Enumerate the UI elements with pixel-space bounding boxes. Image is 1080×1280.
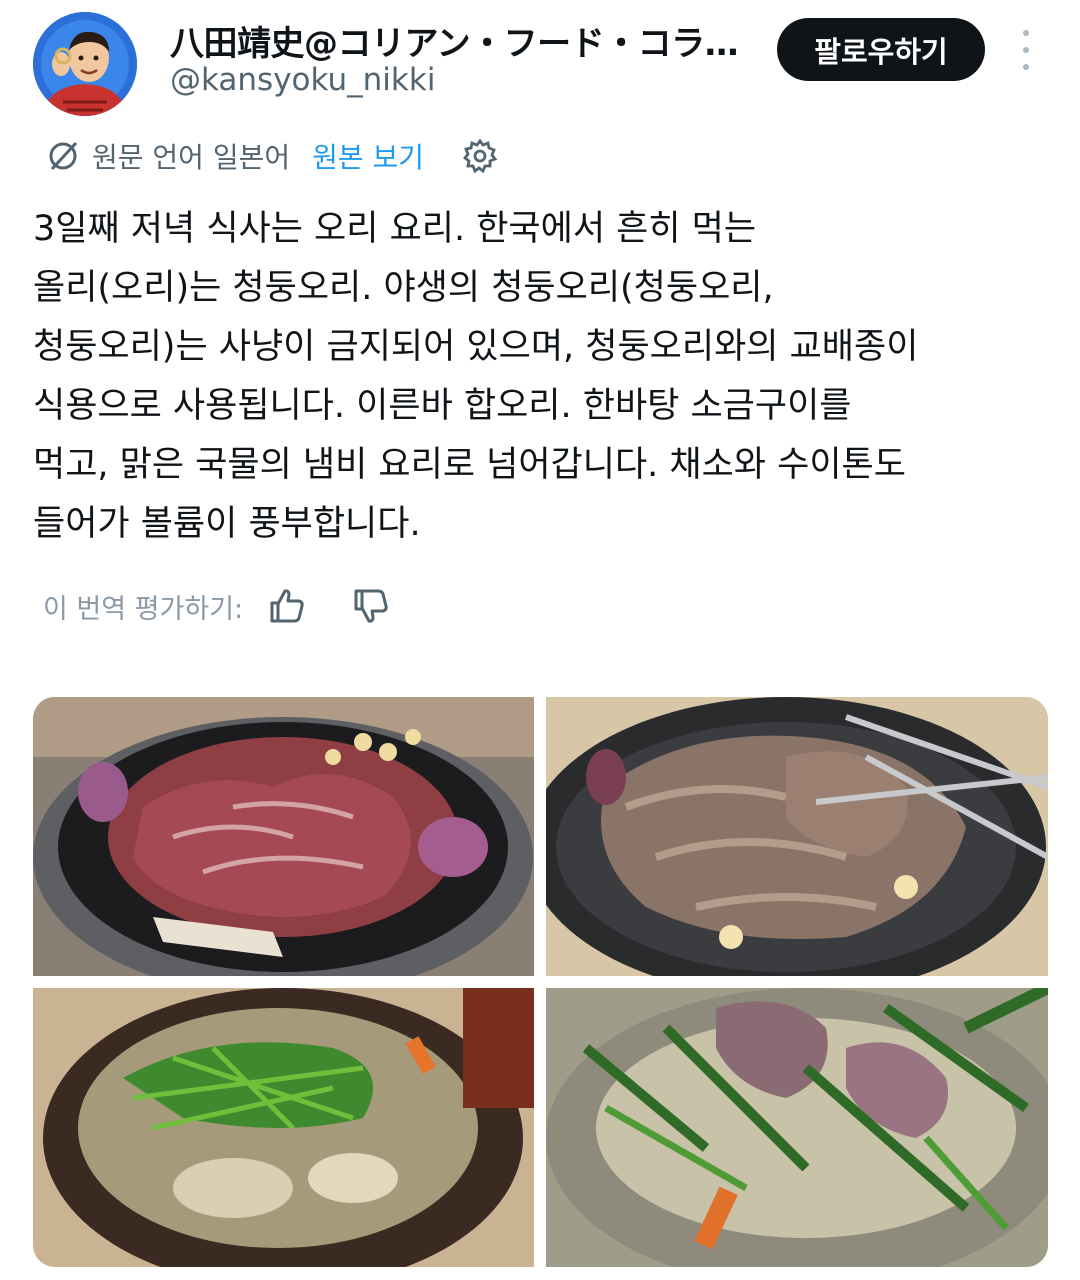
raw-duck-on-grill-photo[interactable]	[33, 697, 534, 976]
tweet-line: 먹고, 맑은 국물의 냄비 요리로 넘어갑니다. 채소와 수이톤도	[33, 445, 906, 485]
duck-soup-ladle-photo[interactable]	[546, 988, 1048, 1267]
rate-translation: 이 번역 평가하기:	[43, 584, 435, 628]
thumbs-down-icon[interactable]	[351, 586, 391, 626]
more-vertical-icon[interactable]	[1012, 30, 1040, 70]
user-handle[interactable]: @kansyoku_nikki	[170, 62, 435, 98]
duck-hotpot-photo[interactable]	[33, 988, 534, 1267]
grilled-duck-with-tongs-photo[interactable]	[546, 697, 1048, 976]
thumbs-up-icon[interactable]	[267, 586, 307, 626]
view-original-link[interactable]: 원본 보기	[312, 136, 424, 176]
tweet-text: 3일째 저녁 식사는 오리 요리. 한국에서 흔히 먹는 올리(오리)는 청둥오…	[33, 200, 1043, 554]
gear-icon[interactable]	[462, 138, 498, 174]
tweet-line: 3일째 저녁 식사는 오리 요리. 한국에서 흔히 먹는	[33, 209, 757, 249]
tweet-line: 들어가 볼륨이 풍부합니다.	[33, 504, 421, 544]
tweet-line: 식용으로 사용됩니다. 이른바 합오리. 한바탕 소금구이를	[33, 386, 852, 426]
display-name[interactable]: 八田靖史@コリアン・フード・コラ…	[170, 16, 750, 65]
follow-button[interactable]: 팔로우하기	[777, 18, 985, 81]
avatar[interactable]	[33, 12, 137, 116]
tweet-line: 올리(오리)는 청둥오리. 야생의 청둥오리(청둥오리,	[33, 268, 774, 308]
tweet-line: 청둥오리)는 사냥이 금지되어 있으며, 청둥오리와의 교배종이	[33, 327, 919, 367]
translation-bar: 원문 언어 일본어 원본 보기	[46, 136, 498, 176]
source-language-label: 원문 언어 일본어	[92, 141, 291, 174]
rate-translation-label: 이 번역 평가하기:	[43, 593, 244, 625]
translate-icon	[49, 141, 78, 171]
